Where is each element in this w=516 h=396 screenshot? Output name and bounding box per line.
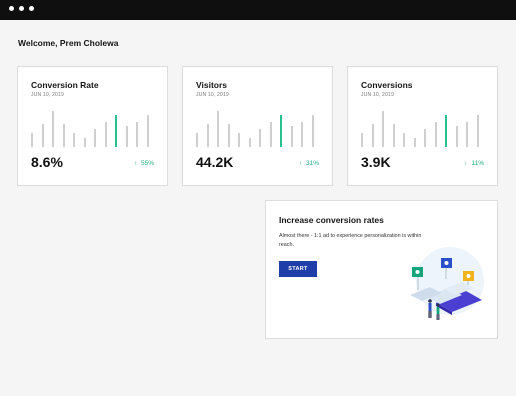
illustration-flag-mark	[444, 261, 449, 265]
sparkline-bar	[104, 122, 107, 147]
sparkline-bar	[206, 124, 209, 147]
stat-card-conversion-rate: Conversion Rate JUN 10, 2019 8.6% ↑ 55%	[17, 66, 168, 186]
promo-title: Increase conversion rates	[279, 215, 384, 225]
illustration-flag-mark	[415, 270, 420, 274]
sparkline-bar	[217, 111, 219, 147]
promo-card: Increase conversion rates Almost there -…	[265, 200, 498, 339]
illustration-person-body	[436, 307, 440, 314]
illustration-person-leg	[428, 311, 430, 318]
sparkline-bar	[382, 111, 384, 147]
arrow-up-icon: ↑	[464, 160, 468, 167]
illustration-person-leg	[438, 314, 440, 320]
window-close-dot[interactable]	[9, 6, 14, 11]
window-titlebar	[0, 0, 516, 20]
sparkline-bar-highlight	[445, 115, 447, 147]
sparkline-bar	[259, 129, 261, 147]
window-minimize-dot[interactable]	[19, 6, 24, 11]
sparkline-bar	[238, 133, 240, 147]
card-change: ↑ 31%	[299, 160, 319, 167]
illustration-person-head	[428, 299, 432, 303]
sparkline-bar	[73, 133, 75, 147]
card-change-value: 55%	[140, 160, 154, 167]
sparkline-bar	[52, 111, 54, 147]
sparkline-bar	[41, 124, 44, 147]
card-change: ↑ 55%	[134, 160, 154, 167]
stat-card-conversions: Conversions JUN 10, 2019 3.9K ↑ 11%	[347, 66, 498, 186]
card-date: JUN 10, 2019	[361, 92, 394, 98]
card-change-value: 31%	[305, 160, 319, 167]
sparkline-bars	[361, 107, 487, 147]
start-button[interactable]: START	[279, 261, 317, 277]
sparkline-bar	[146, 115, 149, 147]
sparkline-bars	[31, 107, 157, 147]
card-change: ↑ 11%	[464, 160, 484, 167]
sparkline-bar-highlight	[280, 115, 282, 147]
sparkline-bar	[476, 115, 479, 147]
card-date: JUN 10, 2019	[196, 92, 229, 98]
sparkline-bar	[424, 129, 426, 147]
card-value: 44.2K	[196, 154, 234, 170]
window-maximize-dot[interactable]	[29, 6, 34, 11]
sparkline-bar	[301, 122, 303, 147]
sparkline-bar	[94, 129, 96, 147]
sparkline-bar	[392, 124, 395, 147]
arrow-up-icon: ↑	[133, 160, 137, 167]
card-value: 8.6%	[31, 154, 63, 170]
sparkline-bar	[269, 122, 272, 147]
sparkline-bar-highlight	[115, 115, 117, 147]
card-title: Visitors	[196, 80, 228, 90]
sparkline-bar	[83, 138, 86, 147]
illustration-person-head	[436, 303, 440, 307]
sparkline-bar	[31, 133, 33, 147]
welcome-heading: Welcome, Prem Cholewa	[18, 38, 119, 48]
sparkline-bar	[455, 126, 458, 147]
sparkline-bars	[196, 107, 322, 147]
sparkline-bar	[290, 126, 293, 147]
sparkline-bar	[403, 133, 405, 147]
sparkline-bar	[125, 126, 128, 147]
sparkline-bar	[311, 115, 314, 147]
sparkline-bar	[413, 138, 416, 147]
sparkline-bar	[371, 124, 374, 147]
card-date: JUN 10, 2019	[31, 92, 64, 98]
card-change-value: 11%	[471, 160, 484, 167]
sparkline-bar	[466, 122, 468, 147]
sparkline-bar	[227, 124, 230, 147]
sparkline-bar	[136, 122, 138, 147]
sparkline-bar	[62, 124, 65, 147]
illustration-flag-mark	[466, 274, 471, 278]
illustration-person-leg	[430, 311, 432, 318]
stat-card-visitors: Visitors JUN 10, 2019 44.2K ↑ 31%	[182, 66, 333, 186]
sparkline-bar	[196, 133, 198, 147]
card-title: Conversion Rate	[31, 80, 99, 90]
sparkline-bar	[361, 133, 363, 147]
sparkline-bar	[248, 138, 251, 147]
card-value: 3.9K	[361, 154, 391, 170]
illustration-person-leg	[436, 314, 438, 320]
sparkline-bar	[434, 122, 437, 147]
personalization-illustration	[410, 247, 484, 320]
arrow-up-icon: ↑	[298, 160, 302, 167]
illustration-person-body	[428, 303, 432, 311]
card-title: Conversions	[361, 80, 413, 90]
